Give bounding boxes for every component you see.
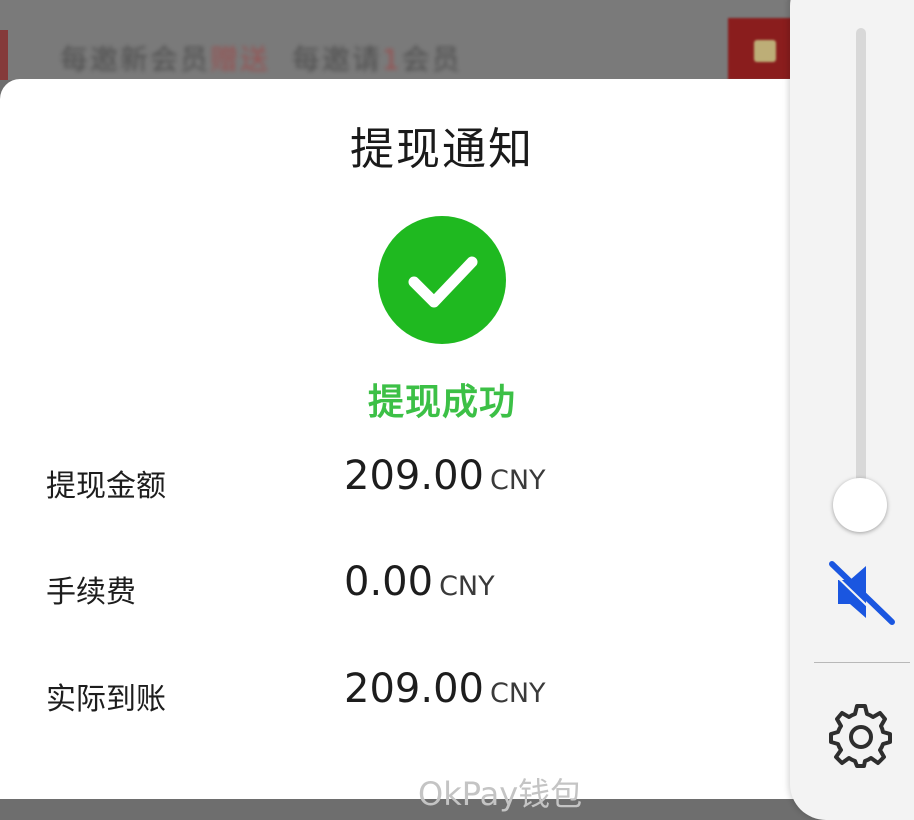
withdraw-status: 提现成功 bbox=[367, 382, 516, 423]
volume-panel bbox=[790, 0, 914, 820]
row-currency: CNY bbox=[489, 465, 546, 496]
success-check-icon bbox=[378, 216, 506, 344]
background-banner-text: 每邀新会员赠送 每邀请1会员 bbox=[60, 43, 462, 76]
row-amount: 209.00 bbox=[344, 453, 484, 499]
gear-icon[interactable] bbox=[828, 702, 894, 768]
row-amount: 0.00 bbox=[344, 559, 434, 605]
row-amount: 209.00 bbox=[344, 666, 484, 712]
row-label: 实际到账 bbox=[46, 682, 166, 717]
row-label: 手续费 bbox=[46, 575, 136, 610]
row-label: 提现金额 bbox=[46, 469, 166, 504]
volume-mute-icon[interactable] bbox=[826, 556, 898, 628]
row-fee: 手续费 0.00 CNY bbox=[46, 559, 746, 610]
volume-slider-track[interactable] bbox=[856, 28, 866, 508]
dialog-title: 提现通知 bbox=[350, 124, 534, 175]
row-currency: CNY bbox=[489, 678, 546, 709]
volume-slider-thumb[interactable] bbox=[833, 478, 887, 532]
background-left-edge bbox=[0, 30, 8, 80]
volume-panel-divider bbox=[814, 662, 910, 663]
wallet-brand-text: OkPay钱包 bbox=[418, 775, 583, 813]
row-withdraw-amount: 提现金额 209.00 CNY bbox=[46, 453, 746, 504]
withdraw-notice-dialog: 提现通知 提现成功 提现金额 209.00 CNY 手续费 0.00 CNY 实际到… bbox=[0, 79, 860, 813]
row-currency: CNY bbox=[439, 571, 495, 602]
row-actual-received: 实际到账 209.00 CNY bbox=[46, 666, 746, 717]
